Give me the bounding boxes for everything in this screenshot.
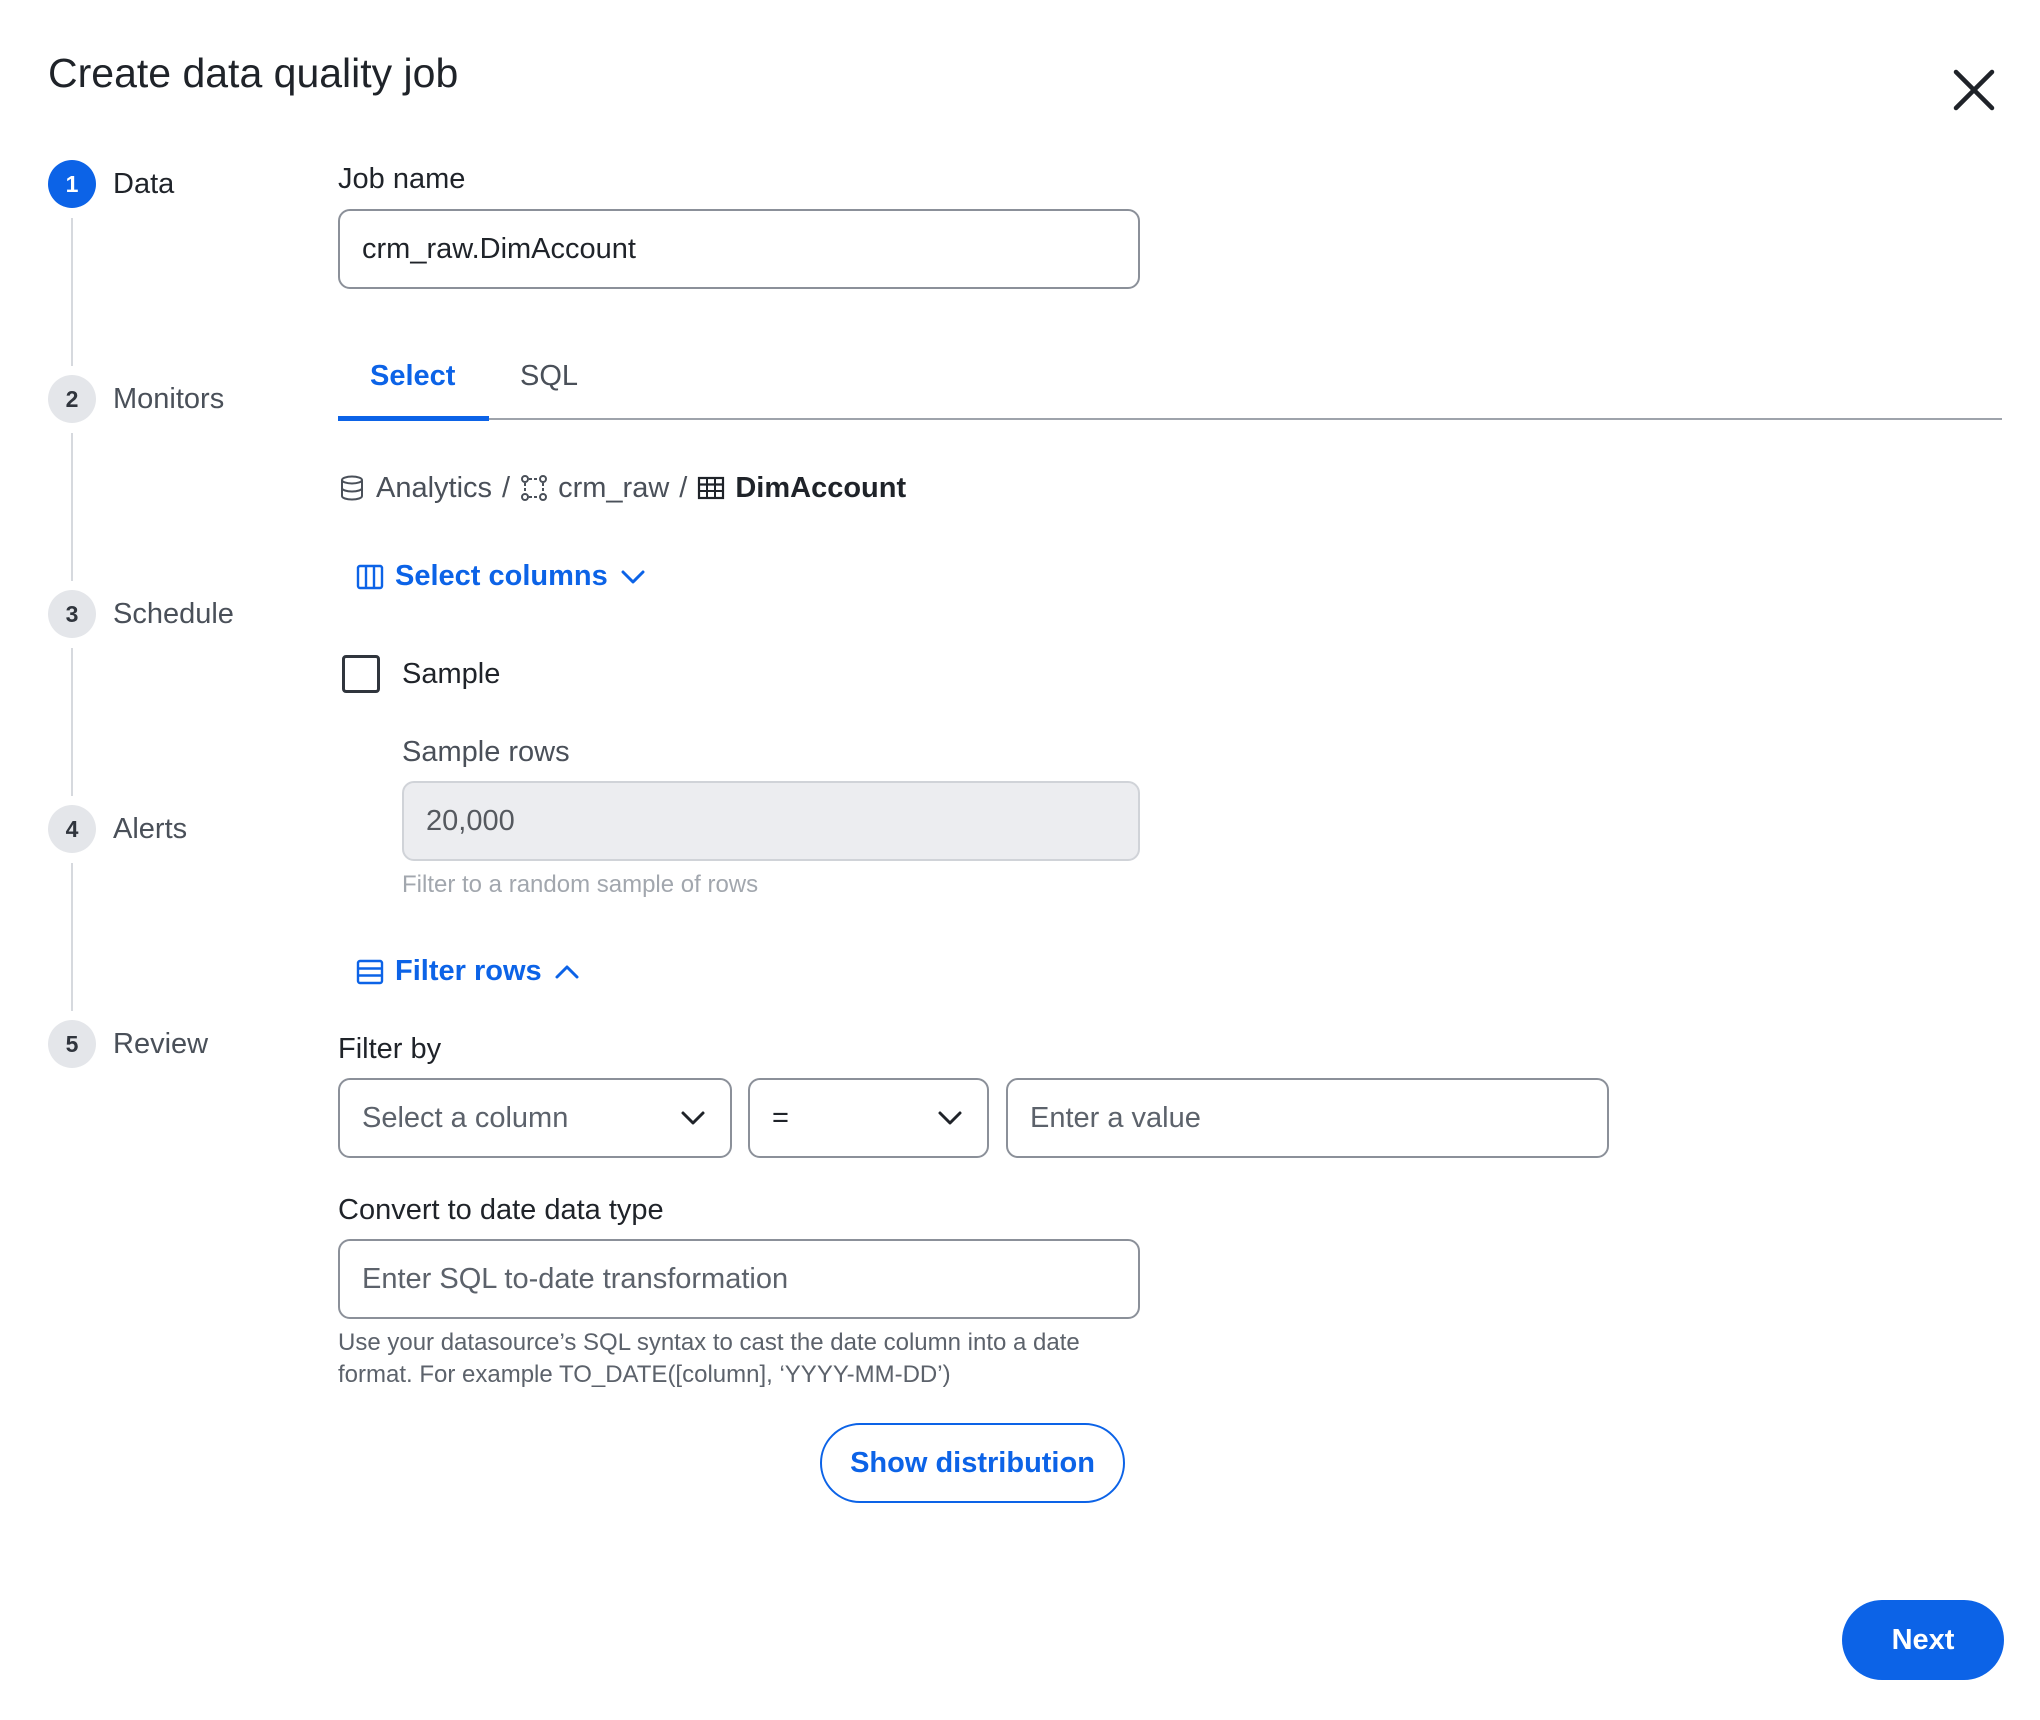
step-connector [71,863,73,1011]
filter-value-input[interactable]: Enter a value [1006,1078,1609,1158]
breadcrumb-table: DimAccount [697,472,906,505]
select-columns-toggle[interactable]: Select columns [355,560,648,593]
chevron-down-icon [938,1111,962,1125]
step-number: 4 [48,805,96,853]
breadcrumb: Analytics / crm_raw / DimAccount [338,468,906,508]
breadcrumb-separator: / [502,471,511,504]
select-columns-label: Select columns [395,560,608,592]
date-conversion-input[interactable]: Enter SQL to-date transformation [338,1239,1140,1319]
create-job-dialog: Create data quality job 1 Data 2 Monitor… [0,0,2040,1720]
step-label: Review [113,1027,209,1060]
chevron-down-icon [681,1111,705,1125]
step-number: 3 [48,590,96,638]
job-name-input[interactable]: crm_raw.DimAccount [338,209,1140,289]
show-distribution-button[interactable]: Show distribution [820,1423,1125,1503]
job-name-label: Job name [338,163,466,195]
breadcrumb-database-label: Analytics [376,471,493,504]
date-conversion-placeholder: Enter SQL to-date transformation [362,1262,789,1295]
columns-icon [356,564,384,589]
step-alerts[interactable]: 4 Alerts [48,805,187,853]
chevron-down-icon [621,570,645,583]
step-connector [71,218,73,366]
sample-checkbox-row[interactable]: Sample [342,655,500,693]
step-schedule[interactable]: 3 Schedule [48,590,234,638]
sample-rows-value: 20,000 [426,804,515,837]
breadcrumb-separator: / [679,471,688,504]
schema-icon [521,475,548,501]
column-select[interactable]: Select a column [338,1078,732,1158]
step-number: 5 [48,1020,96,1068]
breadcrumb-table-label: DimAccount [735,471,907,504]
breadcrumb-database[interactable]: Analytics [338,472,492,505]
close-icon [1953,69,1995,111]
step-number: 1 [48,160,96,208]
breadcrumb-schema[interactable]: crm_raw [520,472,669,505]
rows-icon [356,959,384,984]
tab-select[interactable]: Select [370,360,455,393]
step-data[interactable]: 1 Data [48,160,174,208]
filter-value-placeholder: Enter a value [1030,1101,1201,1134]
step-label: Schedule [113,597,234,630]
dialog-title: Create data quality job [48,50,459,96]
step-monitors[interactable]: 2 Monitors [48,375,224,423]
filter-by-label: Filter by [338,1033,442,1065]
operator-select[interactable]: = [748,1078,989,1158]
active-tab-indicator [338,416,489,421]
step-review[interactable]: 5 Review [48,1020,208,1068]
column-select-placeholder: Select a column [362,1101,569,1134]
step-connector [71,433,73,581]
tab-bar: Select SQL [338,350,2002,421]
stepper: 1 Data 2 Monitors 3 Schedule 4 Alerts 5 … [48,160,308,1080]
database-icon [341,475,363,501]
breadcrumb-schema-label: crm_raw [558,471,670,504]
step-number: 2 [48,375,96,423]
table-icon [698,476,725,500]
sample-checkbox[interactable] [342,655,380,693]
close-button[interactable] [1944,60,2004,120]
step-label: Alerts [113,812,188,845]
date-conversion-label: Convert to date data type [338,1194,664,1226]
sample-rows-hint: Filter to a random sample of rows [402,871,759,898]
date-conversion-hint: Use your datasource’s SQL syntax to cast… [338,1327,1080,1391]
chevron-up-icon [555,965,579,978]
filter-rows-toggle[interactable]: Filter rows [355,955,582,988]
sample-label: Sample [402,657,501,690]
filter-rows-label: Filter rows [395,955,542,987]
job-name-value: crm_raw.DimAccount [362,232,636,265]
sample-rows-label: Sample rows [402,736,570,768]
date-conversion-hint-line: format. For example TO_DATE([column], ‘Y… [338,1361,951,1388]
step-connector [71,648,73,796]
step-label: Data [113,167,175,200]
sample-rows-input: 20,000 [402,781,1140,861]
next-button[interactable]: Next [1842,1600,2004,1680]
step-label: Monitors [113,382,225,415]
date-conversion-hint-line: Use your datasource’s SQL syntax to cast… [338,1329,1080,1356]
operator-value: = [772,1101,789,1134]
tab-sql[interactable]: SQL [520,360,578,393]
